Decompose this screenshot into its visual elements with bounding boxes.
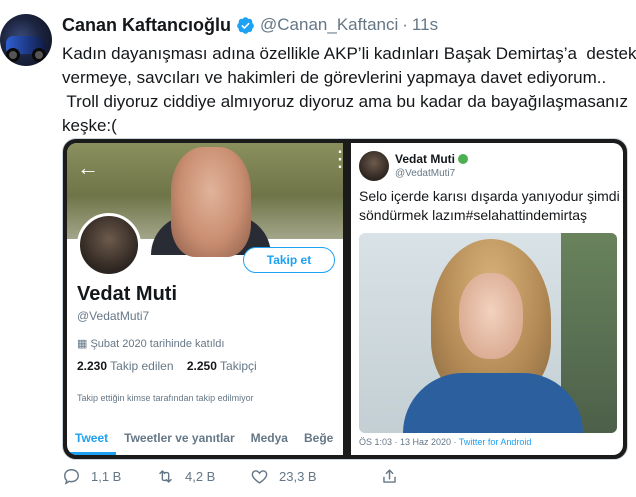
profile-screenshot[interactable]: ← ⋮ Takip et Vedat Muti⁡ @VedatMuti7 ▦ Ş…	[67, 143, 343, 455]
like-count: 23,3 B	[279, 468, 317, 484]
like-button[interactable]: 23,3 B	[250, 467, 380, 486]
wheel-shape	[6, 48, 20, 62]
tweet-media[interactable]: ← ⋮ Takip et Vedat Muti⁡ @VedatMuti7 ▦ Ş…	[62, 138, 628, 460]
share-icon	[383, 468, 396, 483]
back-arrow-icon: ←	[77, 155, 99, 180]
tweet-line: Kadın dayanışması adına özellikle AKP’li…	[62, 44, 636, 63]
screenshot-photo	[359, 233, 617, 433]
tweet-line: Troll diyoruz ciddiye almıyoruz diyoruz …	[62, 92, 628, 111]
screenshot-handle: @VedatMuti7	[395, 168, 456, 179]
tab-tweet: Tweet	[67, 423, 117, 455]
profile-avatar	[77, 213, 141, 277]
screenshot-avatar	[359, 151, 389, 181]
profile-handle: @VedatMuti7	[77, 309, 150, 323]
separator-dot: ·	[402, 15, 408, 34]
follow-button: Takip et	[243, 247, 335, 273]
screenshot-meta: ÖS 1:03 · 13 Haz 2020 · Twitter for Andr…	[359, 437, 531, 447]
reply-count: 1,1 B	[91, 468, 122, 484]
reply-button[interactable]: 1,1 B	[62, 467, 156, 486]
screenshot-source: Twitter for Android	[458, 437, 532, 447]
shirt-shape	[403, 373, 583, 433]
retweet-icon	[159, 469, 172, 483]
screenshot-name-text: Vedat Muti	[395, 152, 456, 166]
profile-joined: ▦ Şubat 2020 tarihinde katıldı	[77, 337, 224, 350]
tweet-header: Canan Kaftancıoğlu @Canan_Kaftanci · 11s	[62, 14, 438, 36]
joined-text: Şubat 2020 tarihinde katıldı	[90, 338, 225, 350]
screenshot-text-line: söndürmek lazım#selahattindemirtaş	[359, 207, 587, 223]
screenshot-timestamp: ÖS 1:03 · 13 Haz 2020 ·	[359, 437, 459, 447]
verified-badge-icon	[237, 16, 254, 34]
retweet-count: 4,2 B	[185, 468, 216, 484]
calendar-icon: ▦	[77, 338, 91, 350]
tab-media: Medya	[250, 431, 288, 445]
following-count: 2.230	[77, 359, 108, 373]
author-name[interactable]: Canan Kaftancıoğlu	[62, 15, 231, 36]
followers-count: 2.250	[186, 359, 217, 373]
status-dot-icon	[458, 154, 469, 164]
tab-likes: Beğe	[303, 431, 334, 445]
profile-tabs: Tweet Tweetler ve yanıtlar Medya Beğe	[67, 423, 343, 455]
more-vertical-icon: ⋮	[329, 148, 343, 170]
screenshot-text-line: Selo içerde karısı dışarda yanıyodur şim…	[359, 188, 620, 204]
tweet-screenshot[interactable]: Vedat Muti @VedatMuti7 Selo içerde karıs…	[351, 143, 623, 455]
reply-icon	[64, 468, 79, 485]
tweet-line: keşke:(	[62, 116, 117, 135]
profile-stats: 2.230 Takip edilen 2.250 Takipçi	[77, 359, 257, 373]
wheel-shape	[32, 48, 46, 62]
profile-name: Vedat Muti⁡	[77, 283, 178, 305]
tab-tweets-replies: Tweetler ve yanıtlar	[124, 431, 235, 445]
author-avatar[interactable]	[0, 14, 52, 66]
tweet-line: vermeye, savcıları ve hakimleri de görev…	[62, 68, 607, 87]
screenshot-name: Vedat Muti	[395, 152, 469, 166]
profile-follow-note: Takip ettiğin kimse tarafından takip edi…	[77, 393, 254, 403]
face-shape	[459, 273, 523, 359]
screenshot-text: Selo içerde karısı dışarda yanıyodur şim…	[359, 187, 621, 225]
followers-label: Takipçi	[220, 359, 257, 373]
tweet-text: Kadın dayanışması adına özellikle AKP’li…	[62, 42, 636, 138]
retweet-button[interactable]: 4,2 B	[156, 467, 250, 486]
following-label: Takip edilen	[110, 359, 174, 373]
share-button[interactable]	[380, 467, 474, 486]
author-handle[interactable]: @Canan_Kaftanci	[260, 15, 398, 35]
tweet-time[interactable]: 11s	[412, 15, 438, 35]
heart-icon	[251, 469, 268, 484]
banner-face-shape	[171, 147, 251, 257]
tweet-actions: 1,1 B 4,2 B 23,3 B	[62, 462, 628, 490]
